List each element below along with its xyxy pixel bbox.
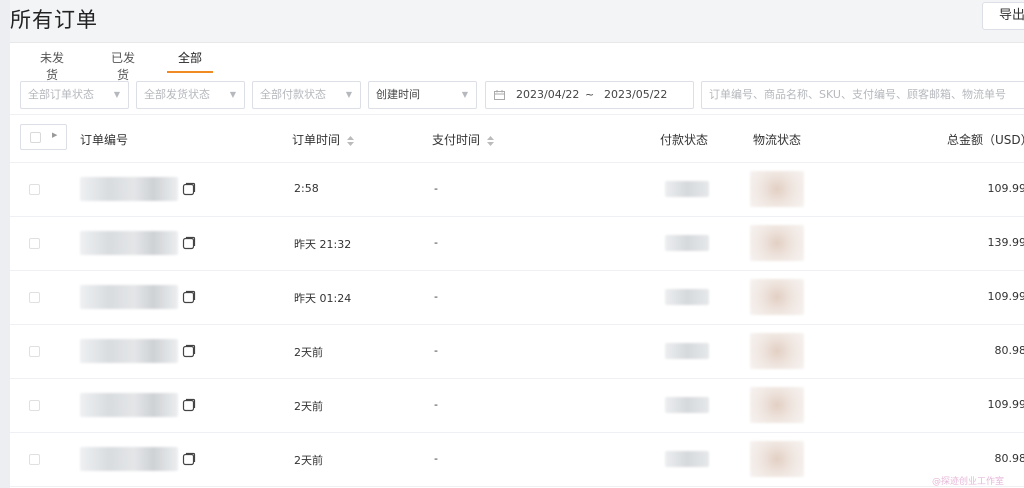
tab-shipped[interactable]: 已发货	[107, 49, 139, 82]
chevron-down-icon: ▼	[229, 90, 236, 99]
pay-time: -	[434, 344, 438, 357]
order-time: 2天前	[294, 346, 323, 359]
order-time: 2:58	[294, 182, 319, 195]
column-order-time-label: 订单时间	[292, 133, 341, 147]
date-end[interactable]: 2023/05/22	[604, 82, 667, 108]
order-time: 昨天 21:32	[294, 238, 352, 251]
redacted-ship-status	[750, 225, 804, 261]
filter-bar: 全部订单状态 ▼ 全部发货状态 ▼ 全部付款状态 ▼ 创建时间 ▼ 2023/0…	[10, 73, 1024, 115]
redacted-order-no	[80, 177, 178, 201]
row-checkbox[interactable]	[29, 238, 40, 249]
column-pay-status: 付款状态	[660, 133, 709, 147]
checkbox-icon	[30, 132, 41, 143]
select-all-checkbox[interactable]: ▶	[20, 124, 67, 150]
copy-icon[interactable]	[182, 344, 196, 358]
pay-status-select-value: 全部付款状态	[260, 88, 326, 101]
redacted-ship-status	[750, 279, 804, 315]
copy-icon[interactable]	[182, 452, 196, 466]
order-search-input[interactable]: 订单编号、商品名称、SKU、支付编号、顾客邮箱、物流单号	[701, 81, 1024, 109]
column-ship-status: 物流状态	[753, 133, 802, 147]
date-range-picker[interactable]: 2023/04/22 ~ 2023/05/22	[485, 81, 694, 109]
redacted-ship-status	[750, 333, 804, 369]
redacted-order-no	[80, 339, 178, 363]
redacted-pay-status	[665, 451, 709, 467]
order-status-select-value: 全部订单状态	[28, 88, 94, 101]
redacted-order-no	[80, 285, 178, 309]
redacted-pay-status	[665, 289, 709, 305]
redacted-pay-status	[665, 235, 709, 251]
ship-status-select[interactable]: 全部发货状态 ▼	[136, 81, 245, 109]
order-time: 昨天 01:24	[294, 292, 352, 305]
page-title: 所有订单	[10, 8, 98, 32]
copy-icon[interactable]	[182, 290, 196, 304]
chevron-down-icon: ▼	[345, 90, 352, 99]
order-total: 80.98	[994, 344, 1024, 357]
row-checkbox[interactable]	[29, 400, 40, 411]
order-status-select[interactable]: 全部订单状态 ▼	[20, 81, 129, 109]
redacted-pay-status	[665, 397, 709, 413]
table-row[interactable]: 2天前 - 109.99	[10, 379, 1024, 433]
watermark: @探迹创业工作室	[932, 477, 1005, 487]
pay-time: -	[434, 182, 438, 195]
date-start[interactable]: 2023/04/22	[516, 82, 579, 108]
order-time: 2天前	[294, 454, 323, 467]
copy-icon[interactable]	[182, 182, 196, 196]
row-checkbox[interactable]	[29, 184, 40, 195]
chevron-down-icon: ▼	[113, 90, 120, 99]
sort-icon[interactable]	[486, 135, 494, 146]
order-total: 109.99	[987, 398, 1024, 411]
caret-right-icon: ▶	[52, 131, 58, 139]
chevron-down-icon: ▼	[461, 90, 468, 99]
column-order-time[interactable]: 订单时间	[292, 131, 354, 148]
redacted-pay-status	[665, 343, 709, 359]
table-row[interactable]: 2:58 - 109.99	[10, 163, 1024, 217]
order-total: 80.98	[994, 452, 1024, 465]
time-type-select-value: 创建时间	[376, 88, 420, 101]
status-tabs: 未发货 已发货 全部	[10, 43, 1024, 82]
left-edge-strip	[0, 0, 10, 488]
row-checkbox[interactable]	[29, 454, 40, 465]
pay-time: -	[434, 236, 438, 249]
table-row[interactable]: 2天前 - 80.98	[10, 325, 1024, 379]
column-pay-time-label: 支付时间	[432, 133, 481, 147]
tab-unshipped[interactable]: 未发货	[36, 49, 68, 82]
table-header: ▶ 订单编号 订单时间 支付时间 付款状态 物流状态 总金额（USD）	[10, 115, 1024, 163]
export-button[interactable]: 导出	[982, 2, 1024, 30]
row-checkbox[interactable]	[29, 346, 40, 357]
pay-time: -	[434, 290, 438, 303]
date-separator: ~	[585, 88, 595, 101]
sort-icon[interactable]	[346, 135, 354, 146]
order-total: 109.99	[987, 290, 1024, 303]
order-time: 2天前	[294, 400, 323, 413]
redacted-ship-status	[750, 387, 804, 423]
column-order-no: 订单编号	[80, 133, 129, 147]
redacted-ship-status	[750, 171, 804, 207]
tab-all[interactable]: 全部	[176, 49, 204, 73]
calendar-icon	[494, 90, 505, 100]
row-checkbox[interactable]	[29, 292, 40, 303]
order-total: 139.99	[987, 236, 1024, 249]
copy-icon[interactable]	[182, 398, 196, 412]
copy-icon[interactable]	[182, 236, 196, 250]
column-pay-time[interactable]: 支付时间	[432, 131, 494, 148]
table-row[interactable]: 昨天 21:32 - 139.99	[10, 217, 1024, 271]
redacted-ship-status	[750, 441, 804, 477]
table-row[interactable]: 2天前 - 80.98	[10, 433, 1024, 487]
column-total: 总金额（USD）	[947, 133, 1024, 147]
pay-time: -	[434, 398, 438, 411]
orders-card: 未发货 已发货 全部 全部订单状态 ▼ 全部发货状态 ▼ 全部付款状态 ▼ 创建…	[10, 42, 1024, 488]
pay-status-select[interactable]: 全部付款状态 ▼	[252, 81, 361, 109]
table-row[interactable]: 昨天 01:24 - 109.99	[10, 271, 1024, 325]
order-total: 109.99	[987, 182, 1024, 195]
redacted-order-no	[80, 447, 178, 471]
redacted-order-no	[80, 393, 178, 417]
time-type-select[interactable]: 创建时间 ▼	[368, 81, 477, 109]
redacted-order-no	[80, 231, 178, 255]
redacted-pay-status	[665, 181, 709, 197]
pay-time: -	[434, 452, 438, 465]
ship-status-select-value: 全部发货状态	[144, 88, 210, 101]
